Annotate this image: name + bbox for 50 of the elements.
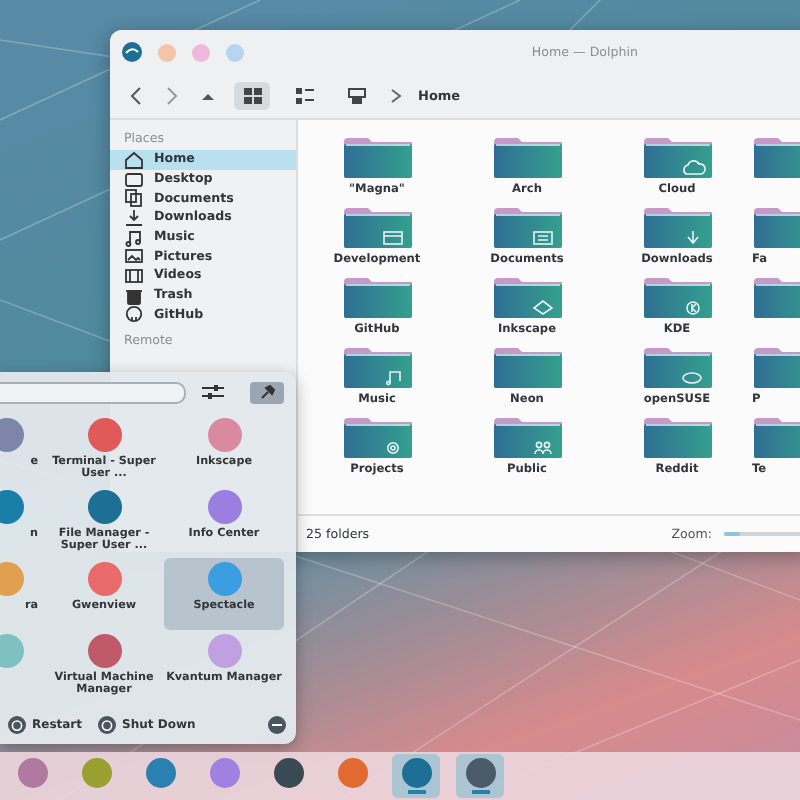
folder-icon[interactable] xyxy=(341,276,413,320)
app-icon xyxy=(87,418,121,452)
power-icon xyxy=(8,716,26,734)
download-icon xyxy=(124,207,144,228)
folder-icon[interactable] xyxy=(641,346,713,390)
folder-icon[interactable] xyxy=(341,346,413,390)
folder-icon[interactable] xyxy=(641,416,713,460)
app-icon xyxy=(207,418,241,452)
trash-icon xyxy=(124,285,144,306)
folder-icon[interactable] xyxy=(641,136,713,180)
folder-icon[interactable] xyxy=(491,136,563,180)
split-icon xyxy=(347,88,365,104)
list-icon xyxy=(295,88,313,104)
folder-icon[interactable] xyxy=(491,276,563,320)
folder-icon[interactable] xyxy=(491,206,563,250)
folder-icon[interactable] xyxy=(641,206,713,250)
app-icon xyxy=(87,490,121,524)
app-icon xyxy=(207,490,241,524)
folder-icon[interactable] xyxy=(491,416,563,460)
chevron-icon xyxy=(390,88,402,104)
desktop-icon xyxy=(124,169,144,190)
sliders-icon[interactable] xyxy=(202,384,224,400)
folder-icon[interactable] xyxy=(341,416,413,460)
pin-button[interactable] xyxy=(250,381,284,403)
taskbar-item[interactable] xyxy=(392,754,440,798)
back-icon[interactable] xyxy=(126,86,146,106)
app-icon xyxy=(207,562,241,596)
app-icon xyxy=(87,634,121,668)
app-icon xyxy=(87,562,121,596)
music-icon xyxy=(124,227,144,248)
search-field[interactable] xyxy=(0,381,186,403)
more-icon[interactable] xyxy=(266,716,288,734)
app-icon xyxy=(207,634,241,668)
app-icon xyxy=(122,42,142,62)
folder-icon[interactable] xyxy=(491,346,563,390)
app-icon xyxy=(0,490,24,524)
taskbar-item[interactable] xyxy=(456,754,504,798)
power-icon xyxy=(98,716,117,734)
folder-icon[interactable] xyxy=(341,136,413,180)
app-icon xyxy=(0,418,24,452)
folder-icon[interactable] xyxy=(341,206,413,250)
grid-icon xyxy=(243,88,261,104)
icons-view-button[interactable] xyxy=(234,82,270,110)
picture-icon xyxy=(124,246,144,267)
app-icon xyxy=(0,634,24,668)
home-icon xyxy=(124,149,144,170)
documents-icon xyxy=(124,188,144,209)
folder-icon[interactable] xyxy=(641,276,713,320)
app-icon xyxy=(0,562,24,596)
video-icon xyxy=(124,265,144,286)
